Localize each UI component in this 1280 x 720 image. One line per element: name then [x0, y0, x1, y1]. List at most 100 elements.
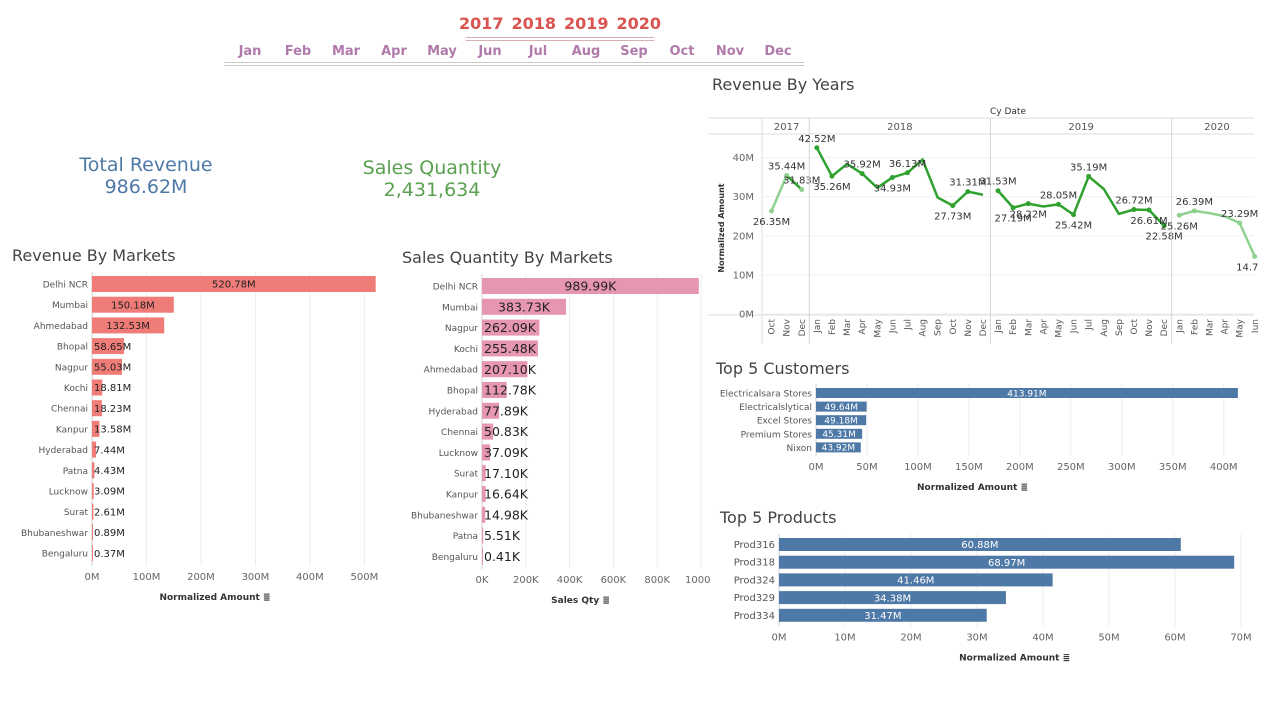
x-tick-label: 0M [85, 572, 100, 583]
month-tick-label: Feb [828, 319, 838, 335]
data-point[interactable] [769, 208, 775, 214]
month-filter-jun[interactable]: Jun [466, 44, 514, 62]
data-point[interactable] [1055, 201, 1061, 207]
y-tick-label: 10M [733, 270, 754, 281]
month-filter-apr[interactable]: Apr [370, 44, 418, 62]
category-label: Chennai [51, 405, 88, 415]
category-label: Premium Stores [741, 430, 813, 440]
data-point[interactable] [1237, 220, 1243, 226]
data-point[interactable] [814, 145, 820, 151]
month-tick-label: Jun [1070, 319, 1080, 334]
data-point[interactable] [965, 189, 971, 195]
year-header: 2017 [774, 122, 799, 133]
category-label: Kanpur [446, 491, 478, 501]
bar-value-label: 49.18M [824, 417, 858, 427]
month-tick-label: Oct [949, 319, 959, 335]
bar-value-label: 262.09K [484, 320, 537, 335]
point-value-label: 22.58M [1146, 232, 1183, 243]
category-label: Bhopal [57, 343, 88, 353]
category-label: Ahmedabad [424, 366, 478, 376]
month-filter-aug[interactable]: Aug [562, 44, 610, 62]
data-point[interactable] [1071, 212, 1077, 218]
bar-value-label: 68.97M [988, 558, 1025, 569]
x-axis-title: Normalized Amount ≣ [159, 593, 270, 603]
category-label: Lucknow [439, 449, 478, 459]
month-tick-label: Mar [1024, 319, 1034, 336]
qty-by-markets-title: Sales Quantity By Markets [402, 248, 613, 267]
category-label: Kanpur [56, 425, 88, 435]
category-label: Bhubaneshwar [411, 511, 478, 521]
kpi-total-revenue: Total Revenue 986.62M [60, 154, 232, 198]
month-filter-divider [224, 65, 804, 66]
month-filter-oct[interactable]: Oct [658, 44, 706, 62]
month-tick-label: Sep [934, 319, 944, 336]
bar-value-label: 0.41K [484, 549, 521, 564]
month-tick-label: Dec [1160, 319, 1170, 336]
data-point[interactable] [1086, 173, 1092, 179]
category-label: Hyderabad [39, 446, 89, 456]
x-axis-title: Normalized Amount ≣ [917, 483, 1028, 493]
data-point[interactable] [829, 173, 835, 179]
point-value-label: 35.44M [768, 161, 805, 172]
category-label: Chennai [441, 428, 478, 438]
month-tick-label: Dec [979, 319, 989, 336]
x-tick-label: 0K [476, 575, 489, 586]
bar-value-label: 34.38M [874, 593, 911, 604]
data-point[interactable] [995, 188, 1001, 194]
x-tick-label: 350M [1159, 462, 1187, 473]
x-tick-label: 300M [242, 572, 270, 583]
month-filter-nov[interactable]: Nov [706, 44, 754, 62]
month-filter-jul[interactable]: Jul [514, 44, 562, 62]
data-point[interactable] [904, 170, 910, 176]
data-point[interactable] [859, 171, 865, 177]
point-value-label: 28.05M [1040, 190, 1077, 201]
y-tick-label: 20M [733, 231, 754, 242]
kpi-sales-quantity-label: Sales Quantity [362, 157, 502, 179]
month-filter-mar[interactable]: Mar [322, 44, 370, 62]
bar[interactable] [92, 545, 93, 562]
month-filter-may[interactable]: May [418, 44, 466, 62]
month-filter-jan[interactable]: Jan [226, 44, 274, 62]
month-filter-feb[interactable]: Feb [274, 44, 322, 62]
bar[interactable] [482, 548, 483, 565]
category-label: Surat [64, 508, 89, 518]
data-point[interactable] [1025, 201, 1031, 207]
point-value-label: 34.93M [874, 183, 911, 194]
kpi-sales-quantity: Sales Quantity 2,431,634 [346, 157, 518, 201]
data-point[interactable] [1146, 207, 1152, 213]
data-point[interactable] [889, 174, 895, 180]
month-tick-label: Jun [888, 319, 898, 334]
data-point[interactable] [799, 187, 805, 193]
month-filter-sep[interactable]: Sep [610, 44, 658, 62]
month-tick-label: Apr [1221, 319, 1231, 335]
data-point[interactable] [1131, 207, 1137, 213]
y-tick-label: 40M [733, 153, 754, 164]
x-tick-label: 0M [772, 633, 787, 644]
data-point[interactable] [1191, 208, 1197, 214]
category-label: Nagpur [445, 324, 478, 334]
qty-by-markets-chart: 0K200K400K600K800K1000KDelhi NCR989.99KM… [411, 274, 710, 606]
x-tick-label: 50M [856, 462, 877, 473]
bar-value-label: 7.44M [94, 445, 125, 456]
bar-value-label: 16.64K [484, 487, 529, 502]
month-filter-dec[interactable]: Dec [754, 44, 802, 62]
x-tick-label: 40M [1032, 633, 1053, 644]
category-label: Lucknow [49, 488, 88, 498]
category-label: Excel Stores [757, 417, 812, 427]
year-header: 2018 [887, 122, 912, 133]
column-header: Cy Date [990, 107, 1026, 117]
data-point[interactable] [950, 203, 956, 209]
category-label: Prod316 [734, 540, 775, 551]
x-tick-label: 400M [1210, 462, 1238, 473]
month-tick-label: Feb [1190, 319, 1200, 335]
data-point[interactable] [1252, 253, 1258, 259]
category-label: Prod318 [734, 558, 775, 569]
category-label: Electricalsara Stores [720, 390, 812, 400]
month-tick-label: May [1054, 318, 1064, 337]
month-tick-label: Apr [1039, 319, 1049, 335]
x-axis-title: Sales Qty ≣ [551, 596, 610, 606]
bar-value-label: 132.53M [106, 321, 150, 332]
x-tick-label: 60M [1164, 633, 1185, 644]
data-point[interactable] [1176, 212, 1182, 218]
bar[interactable] [92, 524, 93, 541]
